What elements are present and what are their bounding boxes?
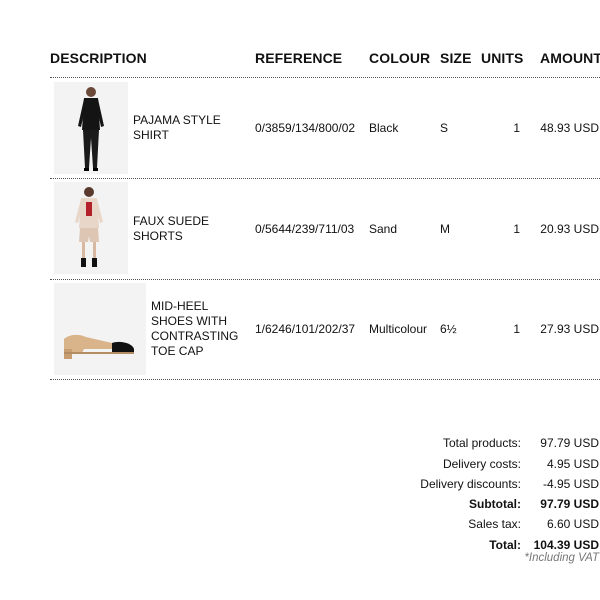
row-3-description-line-1: MID-HEEL: [151, 299, 209, 313]
delivery-costs-label: Delivery costs:: [442, 457, 521, 471]
row-2-size: M: [440, 222, 450, 236]
row-3-description-line-4: TOE CAP: [151, 344, 204, 358]
row-1-reference: 0/3859/134/800/02: [255, 121, 356, 135]
row-1-colour: Black: [369, 121, 399, 135]
delivery-costs-value: 4.95 USD: [546, 457, 599, 471]
header-reference: REFERENCE: [255, 50, 343, 66]
row-3-description: MID-HEEL SHOES WITH CONTRASTING TOE CAP: [151, 299, 238, 359]
total-label: Total:: [489, 538, 521, 552]
row-3-size: 6½: [440, 322, 457, 336]
row-1-units: 1: [513, 121, 520, 135]
sales-tax-value: 6.60 USD: [546, 517, 599, 531]
row-1-description-line-2: SHIRT: [133, 128, 169, 142]
row-1-description-line-1: PAJAMA STYLE: [133, 113, 221, 127]
header-divider: [50, 77, 600, 78]
header-colour: COLOUR: [369, 50, 431, 66]
total-products-value: 97.79 USD: [540, 436, 599, 450]
header-description: DESCRIPTION: [50, 50, 147, 66]
row-2-description-line-1: FAUX SUEDE: [133, 214, 210, 228]
row-1-amount: 48.93 USD: [540, 121, 599, 135]
subtotal-label: Subtotal:: [469, 497, 521, 511]
row-3-reference: 1/6246/101/202/37: [255, 322, 356, 336]
row-divider: [50, 379, 600, 380]
row-3-description-line-3: CONTRASTING: [151, 329, 239, 343]
row-1-description: PAJAMA STYLE SHIRT: [133, 113, 221, 143]
row-3-amount: 27.93 USD: [540, 322, 599, 336]
delivery-discounts-label: Delivery discounts:: [420, 477, 521, 491]
header-size: SIZE: [440, 50, 472, 66]
row-divider: [50, 279, 600, 280]
total-value: 104.39 USD: [533, 538, 599, 552]
row-2-amount: 20.93 USD: [540, 222, 599, 236]
model-in-faux-suede-shorts-image[interactable]: [54, 182, 128, 274]
mid-heel-shoe-image[interactable]: [54, 283, 146, 375]
row-3-description-line-2: SHOES WITH: [151, 314, 228, 328]
vat-note: *Including VAT: [524, 552, 599, 564]
row-2-units: 1: [513, 222, 520, 236]
row-3-colour: Multicolour: [369, 322, 428, 336]
row-divider: [50, 178, 600, 179]
delivery-discounts-value: -4.95 USD: [542, 477, 599, 491]
row-2-description: FAUX SUEDE SHORTS: [133, 214, 209, 244]
row-3-units: 1: [513, 322, 520, 336]
total-products-label: Total products:: [442, 436, 521, 450]
sales-tax-label: Sales tax:: [468, 517, 521, 531]
header-units: UNITS: [481, 50, 524, 66]
row-2-reference: 0/5644/239/711/03: [255, 222, 355, 236]
row-2-description-line-2: SHORTS: [133, 229, 183, 243]
header-amount: AMOUNT: [540, 50, 600, 66]
model-in-black-pajama-shirt-image[interactable]: [54, 82, 128, 174]
subtotal-value: 97.79 USD: [540, 497, 599, 511]
row-2-colour: Sand: [369, 222, 398, 236]
row-1-size: S: [440, 121, 449, 135]
